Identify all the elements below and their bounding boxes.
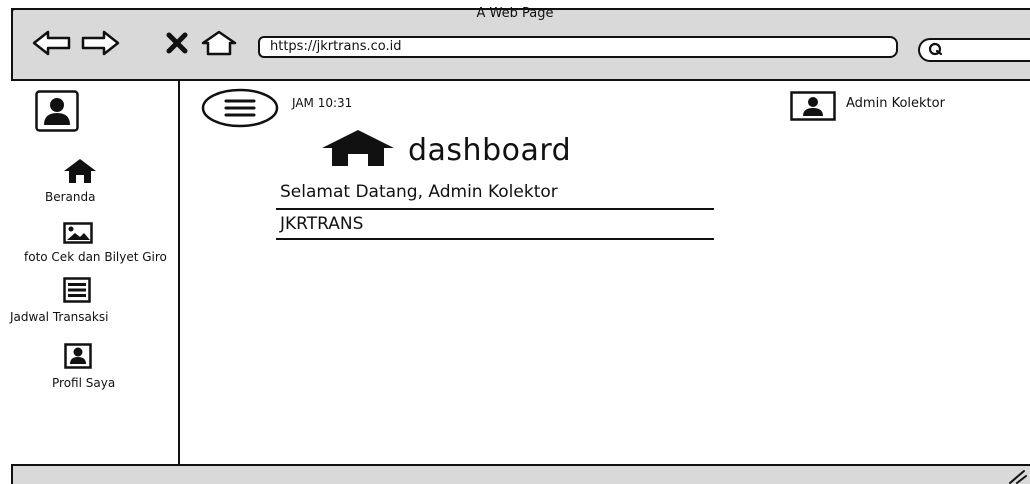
sidebar-avatar-icon[interactable] — [35, 90, 79, 132]
list-icon[interactable] — [63, 277, 91, 303]
welcome-text: Selamat Datang, Admin Kolektor — [280, 182, 558, 202]
user-name: Admin Kolektor — [846, 96, 945, 111]
sidebar — [11, 81, 180, 464]
sidebar-item-beranda[interactable]: Beranda — [45, 190, 95, 204]
divider — [276, 208, 714, 210]
user-icon[interactable] — [64, 343, 92, 369]
status-bar — [11, 464, 1030, 484]
image-icon[interactable] — [63, 222, 93, 244]
resize-handle-icon[interactable] — [1006, 468, 1028, 484]
clock-text: JAM 10:31 — [292, 96, 353, 110]
company-name: JKRTRANS — [280, 214, 364, 234]
dashboard-home-icon — [322, 130, 394, 166]
page-heading: dashboard — [408, 133, 572, 168]
user-avatar-icon[interactable] — [790, 91, 836, 121]
home-icon[interactable] — [63, 158, 97, 184]
divider — [276, 238, 714, 240]
sidebar-item-jadwal-transaksi[interactable]: Jadwal Transaksi — [10, 310, 108, 324]
sidebar-item-foto-cek[interactable]: foto Cek dan Bilyet Giro — [24, 250, 167, 264]
browser-window: A Web Page https://jkrtrans.co.id Berand… — [0, 0, 1030, 484]
sidebar-item-profil-saya[interactable]: Profil Saya — [52, 376, 115, 390]
hamburger-menu-icon[interactable] — [200, 88, 280, 128]
